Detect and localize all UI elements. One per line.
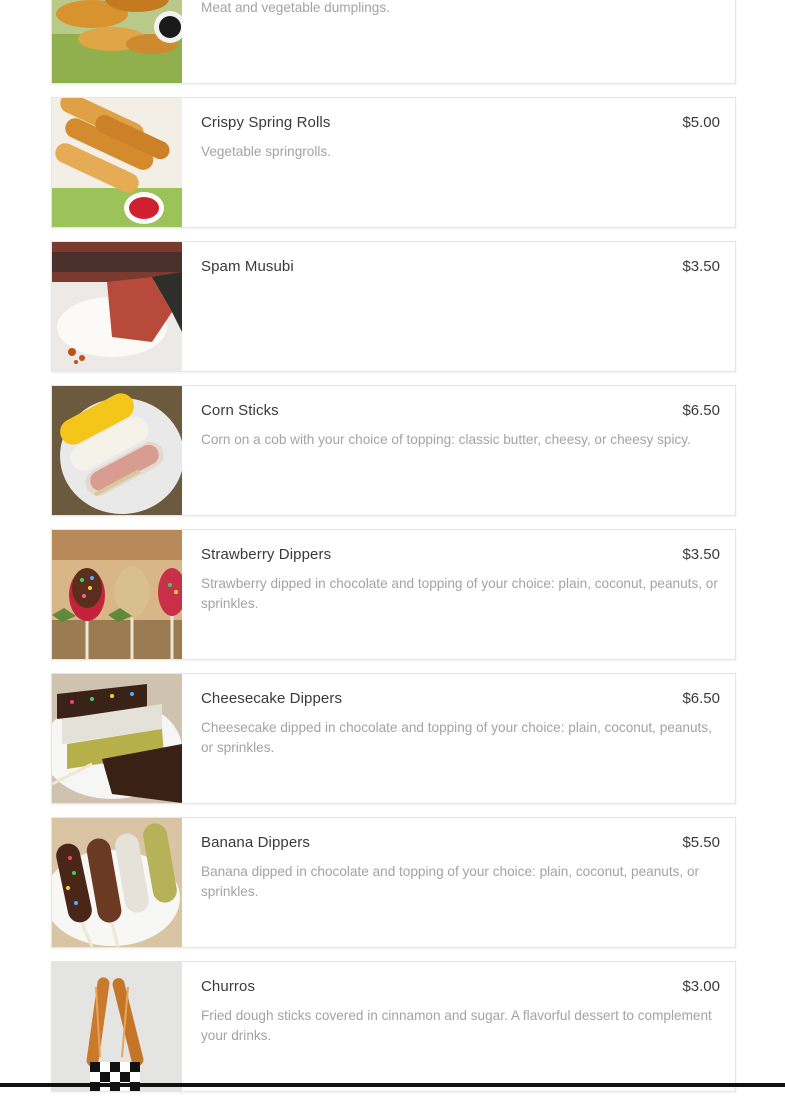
item-description: Vegetable springrolls.: [201, 144, 331, 159]
item-price: $6.50: [682, 690, 720, 707]
item-name: Crispy Spring Rolls: [201, 114, 331, 131]
menu-item-card[interactable]: Churros $3.00 Fried dough sticks covered…: [51, 961, 736, 1092]
spam-musubi-photo: [52, 242, 182, 371]
menu-item-card[interactable]: Corn Sticks $6.50 Corn on a cob with you…: [51, 385, 736, 516]
item-price: $5.50: [682, 834, 720, 851]
item-price: $3.00: [682, 978, 720, 995]
item-description: Corn on a cob with your choice of toppin…: [201, 432, 691, 447]
menu-item-card[interactable]: Cheesecake Dippers $6.50 Cheesecake dipp…: [51, 673, 736, 804]
item-description: Strawberry dipped in chocolate and toppi…: [201, 576, 718, 611]
item-description: Meat and vegetable dumplings.: [201, 0, 390, 15]
item-name: Corn Sticks: [201, 402, 279, 419]
spring-rolls-photo: [52, 98, 182, 227]
item-price: $5.00: [682, 114, 720, 131]
item-description: Fried dough sticks covered in cinnamon a…: [201, 1008, 712, 1043]
corn-sticks-photo: [52, 386, 182, 515]
item-description: Banana dipped in chocolate and topping o…: [201, 864, 700, 899]
menu-item-card[interactable]: Spam Musubi $3.50: [51, 241, 736, 372]
item-name: Churros: [201, 978, 256, 995]
item-name: Banana Dippers: [201, 834, 310, 851]
item-name: Spam Musubi: [201, 258, 294, 275]
menu-item-card[interactable]: Crispy Spring Rolls $5.00 Vegetable spri…: [51, 97, 736, 228]
item-price: $6.50: [682, 402, 720, 419]
strawberry-dippers-photo: [52, 530, 182, 659]
item-description: Cheesecake dipped in chocolate and toppi…: [201, 720, 712, 755]
item-name: Strawberry Dippers: [201, 546, 332, 563]
item-price: $3.50: [682, 258, 720, 275]
menu-item-card[interactable]: Banana Dippers $5.50 Banana dipped in ch…: [51, 817, 736, 948]
menu-list: Meat and vegetable dumplings. Crispy Spr…: [51, 0, 736, 1105]
dumplings-photo: [52, 0, 182, 83]
item-name: Cheesecake Dippers: [201, 690, 343, 707]
menu-item-card[interactable]: Meat and vegetable dumplings.: [51, 0, 736, 84]
churros-photo: [52, 962, 182, 1091]
banana-dippers-photo: [52, 818, 182, 947]
item-price: $3.50: [682, 546, 720, 563]
cheesecake-dippers-photo: [52, 674, 182, 803]
menu-item-card[interactable]: Strawberry Dippers $3.50 Strawberry dipp…: [51, 529, 736, 660]
bottom-bar: [0, 1083, 785, 1087]
